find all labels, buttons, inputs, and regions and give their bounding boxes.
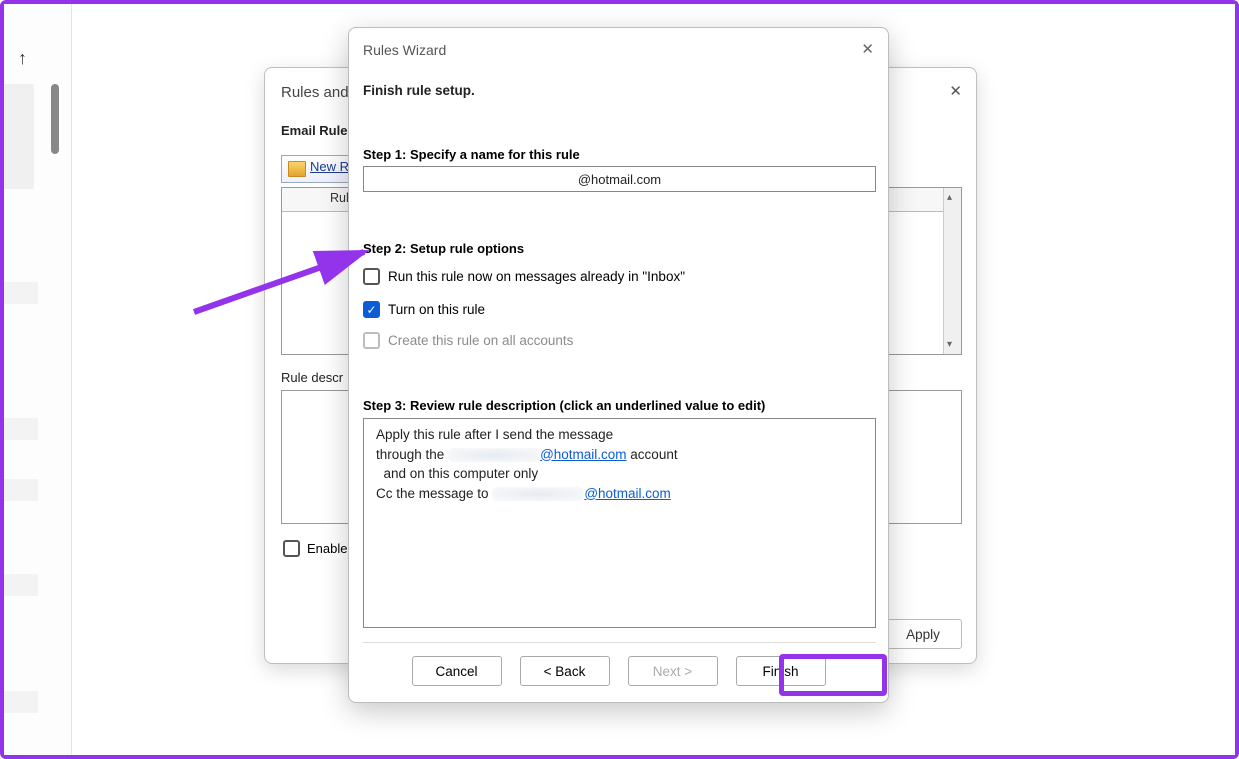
scrollbar-thumb[interactable] [51, 84, 59, 154]
nav-item-stub [4, 574, 38, 596]
recipient-link[interactable]: @hotmail.com [584, 486, 670, 501]
desc-line: and on this computer only [376, 464, 863, 484]
rule-name-input[interactable] [363, 166, 876, 192]
background: ↑ Rules and A ✕ Email Rules New R Rule (… [4, 4, 1235, 755]
checkbox-checked-icon: ✓ [363, 301, 380, 318]
desc-line: through the @hotmail.com account [376, 445, 863, 465]
run-now-checkbox[interactable]: Run this rule now on messages already in… [363, 268, 685, 285]
all-accounts-checkbox: Create this rule on all accounts [363, 332, 573, 349]
tab-email-rules[interactable]: Email Rules [281, 123, 355, 138]
turn-on-checkbox[interactable]: ✓ Turn on this rule [363, 301, 485, 318]
wizard-button-row: Cancel < Back Next > Finish [349, 656, 888, 686]
desc-line: Apply this rule after I send the message [376, 425, 863, 445]
nav-item-stub [4, 691, 38, 713]
account-link[interactable]: @hotmail.com [540, 447, 626, 462]
scroll-up-icon[interactable]: ▴ [947, 192, 952, 203]
nav-pane-stub [4, 84, 34, 189]
move-up-icon[interactable]: ↑ [18, 48, 27, 69]
checkbox-icon [283, 540, 300, 557]
nav-item-stub [4, 479, 38, 501]
wizard-title: Rules Wizard [363, 42, 446, 58]
turn-on-label: Turn on this rule [388, 302, 485, 317]
all-accounts-label: Create this rule on all accounts [388, 333, 573, 348]
checkbox-icon [363, 268, 380, 285]
nav-item-stub [4, 282, 38, 304]
rule-description-preview: Apply this rule after I send the message… [363, 418, 876, 628]
enable-label: Enable [307, 541, 347, 556]
close-icon[interactable]: ✕ [949, 82, 962, 100]
apply-button[interactable]: Apply [884, 619, 962, 649]
redacted-account [448, 448, 540, 462]
step1-label: Step 1: Specify a name for this rule [363, 147, 580, 162]
step2-label: Step 2: Setup rule options [363, 241, 524, 256]
wizard-heading: Finish rule setup. [363, 83, 475, 98]
back-button[interactable]: < Back [520, 656, 610, 686]
checkbox-disabled-icon [363, 332, 380, 349]
nav-item-stub [4, 418, 38, 440]
rule-description-label: Rule descr [281, 370, 343, 385]
scroll-down-icon[interactable]: ▾ [947, 339, 952, 350]
redacted-recipient [492, 487, 584, 501]
desc-line: Cc the message to @hotmail.com [376, 484, 863, 504]
enable-rules-checkbox[interactable]: Enable [283, 540, 347, 557]
scrollbar[interactable]: ▴ ▾ [943, 188, 961, 354]
rules-wizard-dialog: Rules Wizard ✕ Finish rule setup. Step 1… [348, 27, 889, 703]
run-now-label: Run this rule now on messages already in… [388, 269, 685, 284]
finish-button[interactable]: Finish [736, 656, 826, 686]
close-icon[interactable]: ✕ [861, 40, 874, 58]
divider [363, 642, 876, 643]
step3-label: Step 3: Review rule description (click a… [363, 398, 765, 413]
next-button: Next > [628, 656, 718, 686]
cancel-button[interactable]: Cancel [412, 656, 502, 686]
